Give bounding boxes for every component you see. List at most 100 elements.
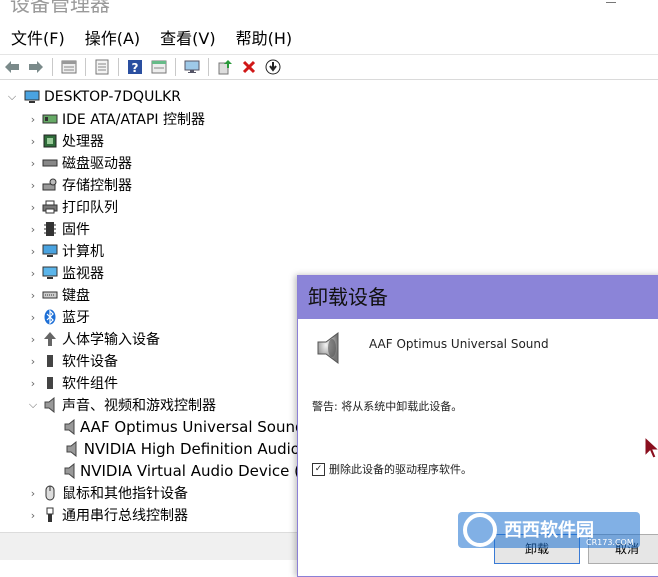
chevron-right-icon[interactable]: › (27, 355, 39, 368)
download-icon[interactable] (264, 58, 282, 76)
help-icon[interactable]: ? (126, 58, 144, 76)
tree-category[interactable]: › 磁盘驱动器 (0, 152, 300, 174)
chevron-right-icon[interactable]: › (27, 333, 39, 346)
tree-category-label: 人体学输入设备 (62, 332, 160, 348)
speaker-icon (64, 441, 80, 457)
tree-category[interactable]: › 固件 (0, 218, 300, 240)
tree-category-label: 监视器 (62, 266, 104, 282)
status-bar (0, 532, 300, 560)
speaker-icon (64, 419, 76, 435)
properties-icon[interactable] (60, 58, 78, 76)
tree-category[interactable]: › 键盘 (0, 284, 300, 306)
tree-category[interactable]: › 人体学输入设备 (0, 328, 300, 350)
chevron-right-icon[interactable]: › (27, 113, 39, 126)
delete-driver-checkbox[interactable]: ✓ (312, 462, 325, 476)
add-driver-icon[interactable] (216, 58, 234, 76)
chevron-right-icon[interactable]: › (27, 135, 39, 148)
chevron-right-icon[interactable]: › (27, 267, 39, 280)
tree-category-label: 通用串行总线控制器 (62, 508, 188, 524)
tree-category-label: 鼠标和其他指针设备 (62, 486, 188, 502)
tree-category[interactable]: › 处理器 (0, 130, 300, 152)
keyboard-icon (42, 287, 58, 303)
tree-category[interactable]: › 监视器 (0, 262, 300, 284)
tree-category-label: 计算机 (62, 244, 104, 260)
chevron-right-icon[interactable]: › (27, 377, 39, 390)
tree-root[interactable]: ⌵ DESKTOP-7DQULKR (0, 86, 300, 108)
chevron-right-icon[interactable]: › (27, 289, 39, 302)
menu-help[interactable]: 帮助(H) (225, 26, 302, 52)
processor-icon (42, 133, 58, 149)
delete-driver-label: 删除此设备的驱动程序软件。 (329, 463, 472, 476)
tree-category[interactable]: › 软件组件 (0, 372, 300, 394)
window-title: 设备管理器 (10, 0, 110, 16)
chevron-right-icon[interactable]: › (27, 487, 39, 500)
monitor-icon[interactable] (183, 58, 201, 76)
tree-category[interactable]: › 打印队列 (0, 196, 300, 218)
tree-root-label: DESKTOP-7DQULKR (44, 89, 182, 105)
tree-category[interactable]: › 计算机 (0, 240, 300, 262)
chevron-right-icon[interactable]: › (27, 311, 39, 324)
dialog-device-name: AAF Optimus Universal Sound (369, 337, 549, 351)
tree-device-label: AAF Optimus Universal Sound (80, 418, 305, 436)
tree-category-label: 软件设备 (62, 354, 118, 370)
menu-view[interactable]: 查看(V) (149, 26, 224, 52)
tree-category[interactable]: › 鼠标和其他指针设备 (0, 482, 300, 504)
tree-category[interactable]: › 蓝牙 (0, 306, 300, 328)
speaker-icon (42, 397, 58, 413)
uninstall-x-icon[interactable] (240, 58, 258, 76)
toolbar-separator (52, 58, 53, 76)
tree-device-item[interactable]: NVIDIA High Definition Audio (0, 438, 300, 460)
toolbar: ? (0, 54, 658, 80)
storage-controller-icon (42, 177, 58, 193)
watermark-logo: 西西软件园 CR173.COM (458, 508, 640, 552)
toolbar-separator (208, 58, 209, 76)
tree-category-label: 蓝牙 (62, 310, 90, 326)
tree-category[interactable]: › 软件设备 (0, 350, 300, 372)
tree-category[interactable]: › 通用串行总线控制器 (0, 504, 300, 526)
update-driver-icon[interactable] (93, 58, 111, 76)
watermark-brand: 西西软件园 (504, 519, 594, 541)
tree-category-label: 固件 (62, 222, 90, 238)
tree-category-label: 软件组件 (62, 376, 118, 392)
chevron-right-icon[interactable]: › (27, 509, 39, 522)
chevron-down-icon[interactable]: ⌵ (6, 90, 18, 104)
tree-category-label: 处理器 (62, 134, 104, 150)
minimize-icon[interactable] (606, 2, 616, 3)
bluetooth-icon (42, 309, 58, 325)
back-arrow-icon[interactable] (3, 58, 21, 76)
delete-driver-option[interactable]: ✓ 删除此设备的驱动程序软件。 (312, 461, 472, 477)
computer-icon (42, 243, 58, 259)
view-icon[interactable] (150, 58, 168, 76)
menu-action[interactable]: 操作(A) (74, 26, 149, 52)
tree-category-label: IDE ATA/ATAPI 控制器 (62, 112, 206, 128)
tree-device-item[interactable]: AAF Optimus Universal Sound (0, 416, 305, 438)
chevron-right-icon[interactable]: › (27, 201, 39, 214)
chevron-right-icon[interactable]: › (27, 245, 39, 258)
menu-file[interactable]: 文件(F) (0, 26, 74, 52)
dialog-warning: 警告: 将从系统中卸载此设备。 (312, 400, 463, 413)
speaker-icon (64, 463, 76, 479)
ide-controller-icon (42, 111, 58, 127)
tree-category-label: 声音、视频和游戏控制器 (62, 398, 216, 414)
tree-category[interactable]: › 存储控制器 (0, 174, 300, 196)
printer-icon (42, 199, 58, 215)
chevron-right-icon[interactable]: › (27, 179, 39, 192)
firmware-icon (42, 221, 58, 237)
watermark-url: CR173.COM (586, 538, 634, 547)
tree-device-label: NVIDIA Virtual Audio Device ( (80, 462, 301, 480)
tree-category-label: 磁盘驱动器 (62, 156, 132, 172)
svg-text:?: ? (132, 61, 139, 75)
tree-category[interactable]: › IDE ATA/ATAPI 控制器 (0, 108, 300, 130)
software-component-icon (42, 375, 58, 391)
window-titlebar: 设备管理器 (0, 0, 658, 22)
chevron-right-icon[interactable]: › (27, 157, 39, 170)
tree-category-label: 键盘 (62, 288, 90, 304)
dialog-title: 卸载设备 (298, 276, 658, 319)
tree-device-item[interactable]: NVIDIA Virtual Audio Device ( (0, 460, 300, 482)
tree-category-label: 存储控制器 (62, 178, 132, 194)
tree-category-expanded[interactable]: ⌵ 声音、视频和游戏控制器 (0, 394, 300, 416)
toolbar-separator (175, 58, 176, 76)
forward-arrow-icon[interactable] (27, 58, 45, 76)
chevron-down-icon[interactable]: ⌵ (27, 398, 39, 412)
chevron-right-icon[interactable]: › (27, 223, 39, 236)
